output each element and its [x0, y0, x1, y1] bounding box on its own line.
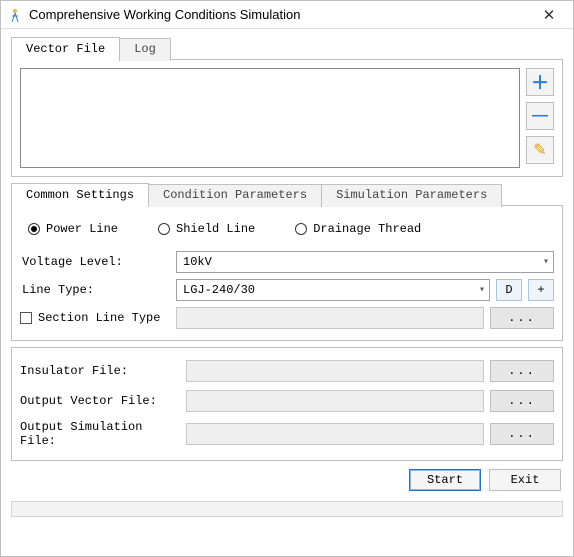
line-type-label: Line Type: [20, 283, 170, 297]
output-sim-browse-button[interactable]: ... [490, 423, 554, 445]
chevron-down-icon: ▾ [479, 284, 485, 296]
section-input [176, 307, 484, 329]
output-sim-input[interactable] [186, 423, 484, 445]
line-type-row: Line Type: LGJ-240/30 ▾ D + [20, 276, 554, 304]
tab-common-settings[interactable]: Common Settings [11, 183, 149, 206]
radio-power-line[interactable]: Power Line [28, 222, 118, 236]
radio-shield-line[interactable]: Shield Line [158, 222, 255, 236]
chevron-down-icon: ▾ [543, 256, 549, 268]
file-panel: Insulator File: ... Output Vector File: … [11, 347, 563, 461]
radio-drainage-thread[interactable]: Drainage Thread [295, 222, 421, 236]
close-button[interactable]: ✕ [529, 2, 569, 28]
insulator-row: Insulator File: ... [20, 356, 554, 386]
insulator-input[interactable] [186, 360, 484, 382]
start-button[interactable]: Start [409, 469, 481, 491]
section-label: Section Line Type [38, 311, 160, 325]
line-kind-radios: Power Line Shield Line Drainage Thread [20, 214, 554, 248]
app-window: Comprehensive Working Conditions Simulat… [0, 0, 574, 557]
exit-button[interactable]: Exit [489, 469, 561, 491]
output-vector-browse-button[interactable]: ... [490, 390, 554, 412]
output-vector-input[interactable] [186, 390, 484, 412]
tab-simulation-parameters[interactable]: Simulation Parameters [321, 184, 502, 207]
radio-circle-icon [28, 223, 40, 235]
app-icon [7, 7, 23, 23]
titlebar: Comprehensive Working Conditions Simulat… [1, 1, 573, 29]
output-sim-label: Output Simulation File: [20, 420, 180, 448]
voltage-row: Voltage Level: 10kV ▾ [20, 248, 554, 276]
tab-vector-file[interactable]: Vector File [11, 37, 120, 60]
radio-power-label: Power Line [46, 222, 118, 236]
vector-tabs: Vector File Log ＋ — ✎ [11, 37, 563, 177]
voltage-select[interactable]: 10kV ▾ [176, 251, 554, 273]
footer: Start Exit [11, 467, 563, 491]
tab-condition-parameters[interactable]: Condition Parameters [148, 184, 322, 207]
settings-tabstrip: Common Settings Condition Parameters Sim… [11, 183, 563, 206]
radio-circle-icon [158, 223, 170, 235]
output-sim-row: Output Simulation File: ... [20, 416, 554, 452]
radio-shield-label: Shield Line [176, 222, 255, 236]
line-type-value: LGJ-240/30 [183, 283, 255, 297]
pencil-icon: ✎ [533, 140, 546, 160]
edit-vector-button[interactable]: ✎ [526, 136, 554, 164]
client-area: Vector File Log ＋ — ✎ [1, 29, 573, 556]
remove-vector-button[interactable]: — [526, 102, 554, 130]
common-settings-panel: Power Line Shield Line Drainage Thread V… [11, 205, 563, 341]
voltage-label: Voltage Level: [20, 255, 170, 269]
tab-log[interactable]: Log [119, 38, 171, 61]
add-line-type-button[interactable]: + [528, 279, 554, 301]
settings-tabs: Common Settings Condition Parameters Sim… [11, 183, 563, 341]
section-browse-button[interactable]: ... [490, 307, 554, 329]
section-check-wrap[interactable]: Section Line Type [20, 311, 170, 325]
section-checkbox[interactable] [20, 312, 32, 324]
output-vector-row: Output Vector File: ... [20, 386, 554, 416]
vector-file-list[interactable] [20, 68, 520, 168]
statusbar [11, 501, 563, 517]
vector-tabstrip: Vector File Log [11, 37, 563, 60]
insulator-label: Insulator File: [20, 364, 180, 378]
radio-circle-icon [295, 223, 307, 235]
d-button[interactable]: D [496, 279, 522, 301]
vector-file-buttons: ＋ — ✎ [526, 68, 554, 168]
window-title: Comprehensive Working Conditions Simulat… [29, 7, 529, 22]
minus-icon: — [532, 107, 548, 125]
radio-drainage-label: Drainage Thread [313, 222, 421, 236]
output-vector-label: Output Vector File: [20, 394, 180, 408]
plus-icon: ＋ [531, 69, 549, 95]
insulator-browse-button[interactable]: ... [490, 360, 554, 382]
voltage-value: 10kV [183, 255, 212, 269]
vector-file-panel: ＋ — ✎ [11, 59, 563, 177]
add-vector-button[interactable]: ＋ [526, 68, 554, 96]
line-type-select[interactable]: LGJ-240/30 ▾ [176, 279, 490, 301]
section-row: Section Line Type ... [20, 304, 554, 332]
